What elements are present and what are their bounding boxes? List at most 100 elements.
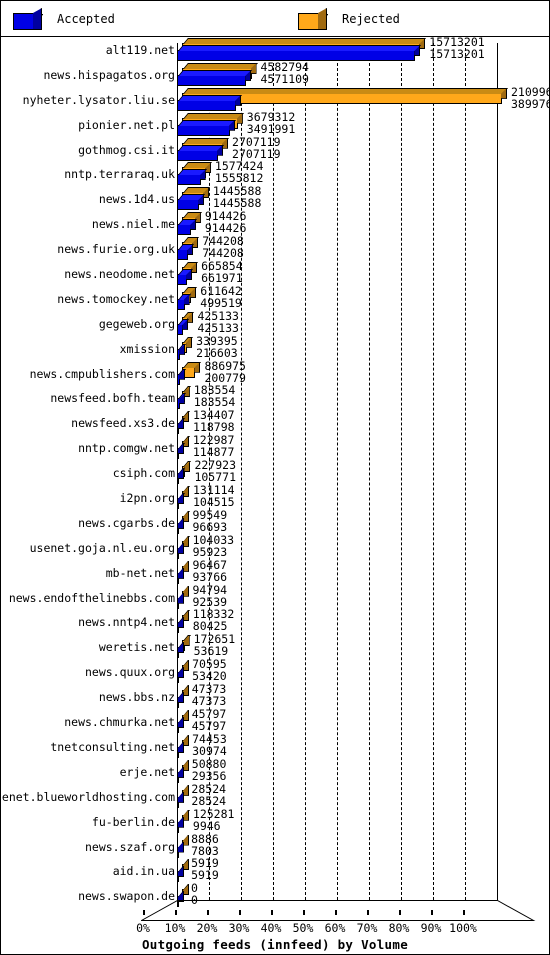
bar-top-face — [178, 119, 236, 126]
x-axis-tick-label: 80% — [388, 921, 410, 935]
chart-row: news.szaf.org 8886 7803 — [1, 833, 549, 859]
value-label-rejected: 227923 — [194, 458, 236, 473]
value-label-rejected: 99549 — [192, 507, 228, 522]
bar-accepted — [177, 45, 422, 61]
bar-accepted — [177, 567, 185, 584]
x-axis-tick-label: 10% — [164, 921, 186, 935]
value-label-accepted: 93766 — [192, 569, 228, 584]
bar-accepted — [177, 642, 185, 659]
category-label: usenet.goja.nl.eu.org — [29, 540, 175, 555]
bar-accepted — [177, 393, 186, 410]
bar-top-face — [183, 38, 427, 44]
plot-area: alt119.net 15713201 15713201 news.hispagato… — [0, 35, 550, 954]
value-label-rejected: 50880 — [191, 756, 227, 771]
bar-accepted — [177, 293, 191, 310]
bar-group: 4582794 4571109 — [177, 59, 549, 87]
value-label-rejected: 3679312 — [246, 109, 296, 124]
bar-top-face — [183, 62, 258, 69]
bar-group: 96467 93766 — [177, 557, 549, 585]
value-label-rejected: 886975 — [204, 358, 246, 373]
category-label: news.furie.org.uk — [57, 242, 175, 257]
bar-accepted — [177, 468, 185, 485]
value-label-rejected: 1445588 — [212, 184, 262, 199]
value-label-rejected: 4582794 — [260, 59, 309, 74]
category-label: nntp.terraraq.uk — [64, 167, 175, 182]
chart-row: news.furie.org.uk 744208 744208 — [1, 235, 549, 261]
value-label-rejected: 611642 — [200, 283, 242, 298]
value-label-rejected: 665854 — [201, 259, 243, 274]
bar-group: 94794 92539 — [177, 584, 549, 610]
chart-row: news.1d4.us 1445588 1445588 — [1, 184, 549, 211]
bar-group: 1577424 1555812 — [177, 160, 549, 186]
category-label: pionier.net.pl — [78, 117, 175, 132]
bar-accepted — [177, 194, 205, 211]
x-axis-tick-label: 70% — [356, 921, 378, 935]
chart-page: Accepted Rejected alt119.net 15713201 1571… — [0, 0, 550, 955]
bar-accepted — [177, 717, 185, 734]
bar-group: 665854 661971 — [177, 259, 549, 286]
x-axis-tick-label: 40% — [260, 921, 282, 935]
value-label-rejected: 45797 — [191, 707, 227, 722]
bar-group: 2707119 2707119 — [177, 134, 549, 162]
bar-top-face — [183, 112, 244, 119]
legend-item-accepted: Accepted — [1, 1, 115, 37]
swatch-face — [13, 13, 34, 30]
category-label: news.szaf.org — [84, 839, 175, 854]
chart-row: news.niel.me 914426 914426 — [1, 210, 549, 236]
chart-row: erje.net 50880 29356 — [1, 756, 549, 784]
value-label-accepted: 2707119 — [232, 146, 281, 161]
bar-accepted — [177, 443, 185, 460]
bar-accepted — [177, 791, 185, 808]
category-label: news.neodome.net — [64, 267, 175, 282]
bar-group: 227923 105771 — [177, 458, 549, 485]
category-label: news.cgarbs.de — [78, 515, 175, 530]
bar-group: 183554 183554 — [177, 384, 549, 410]
chart-row: nntp.comgw.net 122987 114877 — [1, 433, 549, 460]
chart-row: news.chmurka.net 45797 45797 — [1, 707, 549, 734]
category-label: nyheter.lysator.liu.se — [22, 92, 175, 107]
chart-legend: Accepted Rejected — [1, 1, 549, 37]
value-label-rejected: 122987 — [192, 433, 235, 448]
bar-top-face — [178, 144, 225, 151]
value-label-accepted: 105771 — [194, 470, 236, 485]
bar-accepted — [177, 592, 185, 609]
bar-accepted — [177, 418, 185, 435]
category-label: nntp.comgw.net — [78, 441, 175, 456]
category-label: tnetconsulting.net — [50, 739, 175, 754]
x-axis-tick-label: 90% — [420, 921, 442, 935]
bar-group: 47373 47373 — [177, 683, 549, 709]
bar-group: 886975 200779 — [177, 358, 549, 386]
category-label: news.chmurka.net — [64, 715, 175, 730]
chart-row: weretis.net 172651 53619 — [1, 633, 549, 659]
category-label: gothmog.csi.it — [78, 142, 175, 157]
bar-top-face — [183, 87, 509, 94]
chart-row: nyheter.lysator.liu.se210996373899760 — [1, 86, 550, 112]
bar-group: 99549 96693 — [177, 507, 549, 535]
value-label-rejected: 74453 — [192, 731, 227, 746]
chart-row: news.tomockey.net 611642 499519 — [1, 283, 549, 311]
value-label-accepted: 5919 — [191, 868, 219, 883]
value-label-accepted: 425133 — [197, 320, 239, 335]
value-label-rejected: 339395 — [196, 333, 238, 348]
category-label: news.bbs.nz — [98, 690, 175, 705]
value-label-accepted: 9946 — [192, 818, 221, 833]
value-label-accepted: 1555812 — [214, 171, 264, 186]
bar-group: 125281 9946 — [177, 808, 549, 834]
swatch-face — [298, 13, 319, 30]
category-label: news.1d4.us — [98, 192, 175, 207]
value-label-rejected: 5919 — [191, 856, 219, 871]
category-label: aid.in.ua — [112, 864, 175, 879]
value-label-accepted: 3491991 — [246, 121, 296, 136]
chart-row: fu-berlin.de 125281 9946 — [1, 808, 549, 834]
value-label-accepted: 30974 — [192, 743, 227, 758]
chart-row: news.nntp4.net 118332 80425 — [1, 608, 549, 634]
bar-group: 131114 104515 — [177, 484, 549, 510]
value-label-rejected: 2707119 — [232, 134, 281, 149]
bar-top-face — [178, 94, 243, 101]
value-label-rejected: 96467 — [192, 557, 228, 572]
category-label: gegeweb.org — [98, 316, 175, 331]
x-axis-tick-label: 20% — [196, 921, 218, 935]
chart-row: tnetconsulting.net 74453 30974 — [1, 731, 549, 759]
value-label-rejected: 15713201 — [429, 35, 485, 49]
bar-accepted — [177, 119, 236, 136]
